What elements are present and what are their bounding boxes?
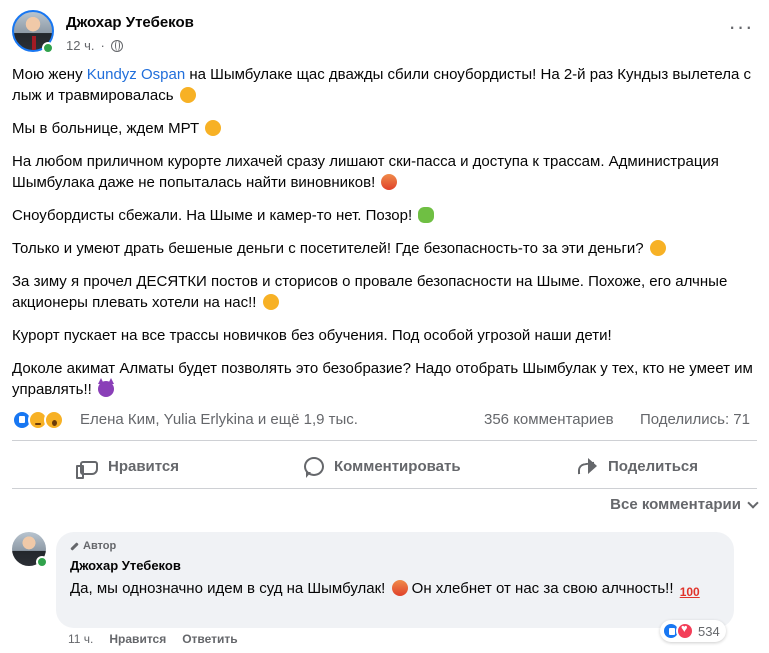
sad-face-icon <box>649 240 666 256</box>
post-time[interactable]: 12 ч. <box>66 38 94 53</box>
devil-face-icon <box>98 378 114 397</box>
comment-reactions[interactable]: 534 <box>660 620 726 642</box>
paragraph-text: Сноубордисты сбежали. На Шыме и камер-то… <box>12 207 413 224</box>
like-button[interactable]: Нравится <box>76 446 180 486</box>
comment-time[interactable]: 11 ч. <box>68 632 93 646</box>
post-paragraph: Мы в больнице, ждем МРТ <box>12 118 757 139</box>
reactors-summary[interactable]: Елена Ким, Yulia Erlykina и ещё 1,9 тыс. <box>80 411 358 428</box>
sad-face-icon <box>262 294 279 310</box>
share-button[interactable]: Поделиться <box>576 446 698 486</box>
paragraph-text: Мою жену <box>12 66 87 83</box>
sort-label: Все комментарии <box>610 496 741 513</box>
comment-sort-dropdown[interactable]: Все комментарии <box>610 496 759 513</box>
sad-face-icon <box>179 87 196 103</box>
paragraph-text: Мы в больнице, ждем МРТ <box>12 120 200 137</box>
post-paragraph: Доколе акимат Алматы будет позволять это… <box>12 358 757 400</box>
divider <box>12 440 757 441</box>
comment-label: Комментировать <box>334 457 461 475</box>
love-reaction-icon <box>676 622 694 640</box>
post-meta: 12 ч. · <box>66 38 123 53</box>
comment-reaction-count: 534 <box>698 623 720 639</box>
comment-bubble: Автор Джохар Утебеков Да, мы однозначно … <box>56 532 734 628</box>
mention-link[interactable]: Kundyz Ospan <box>87 66 185 83</box>
paragraph-text: Доколе акимат Алматы будет позволять это… <box>12 360 753 398</box>
comment-count[interactable]: 356 комментариев <box>484 411 614 428</box>
pencil-icon <box>70 541 79 551</box>
comment-like-button[interactable]: Нравится <box>109 632 166 646</box>
badge-label: Автор <box>83 540 117 552</box>
share-count[interactable]: Поделились: 71 <box>640 411 750 428</box>
post-body: Мою жену Kundyz Ospan на Шымбулаке щас д… <box>12 64 757 412</box>
comment-meta: 11 ч. Нравится Ответить <box>68 632 238 646</box>
post-paragraph: На любом приличном курорте лихачей сразу… <box>12 151 757 193</box>
thumbs-up-icon <box>76 461 98 479</box>
comment-reply-button[interactable]: Ответить <box>182 632 237 646</box>
author-badge: Автор <box>70 540 116 552</box>
author-name[interactable]: Джохар Утебеков <box>66 14 194 31</box>
comment-text: Да, мы однозначно идем в суд на Шымбулак… <box>70 578 710 599</box>
angry-face-icon <box>381 174 398 190</box>
comment-text-part: Да, мы однозначно идем в суд на Шымбулак… <box>70 580 386 597</box>
paragraph-text: Курорт пускает на все трассы новичков бе… <box>12 327 612 344</box>
online-status-dot <box>36 556 48 568</box>
post-paragraph: Курорт пускает на все трассы новичков бе… <box>12 325 757 346</box>
post-header: Джохар Утебеков 12 ч. · ··· <box>12 10 757 60</box>
post-stats: Елена Ким, Yulia Erlykina и ещё 1,9 тыс.… <box>12 408 765 432</box>
post-paragraph: Мою жену Kundyz Ospan на Шымбулаке щас д… <box>12 64 757 106</box>
sad-face-icon <box>205 120 222 136</box>
divider <box>12 488 757 489</box>
online-status-dot <box>42 42 54 54</box>
comment-text-part: Он хлебнет от нас за свою алчность!! <box>407 580 674 597</box>
like-label: Нравится <box>108 457 180 475</box>
post-paragraph: За зиму я прочел ДЕСЯТКИ постов и сторис… <box>12 271 757 313</box>
post-paragraph: Только и умеют драть бешеные деньги с по… <box>12 238 757 259</box>
nauseated-face-icon <box>418 207 435 223</box>
hundred-points-icon: 100 <box>679 585 700 599</box>
action-bar: Нравится Комментировать Поделиться <box>12 446 757 486</box>
comment-author-name[interactable]: Джохар Утебеков <box>70 558 181 573</box>
dot-separator: · <box>100 38 105 53</box>
angry-face-icon <box>391 580 408 596</box>
paragraph-text: Только и умеют драть бешеные деньги с по… <box>12 240 644 257</box>
share-arrow-icon <box>576 457 598 475</box>
comment-bubble-icon <box>304 456 324 478</box>
wow-reaction-icon <box>44 410 64 430</box>
paragraph-text: На любом приличном курорте лихачей сразу… <box>12 153 719 191</box>
paragraph-text: За зиму я прочел ДЕСЯТКИ постов и сторис… <box>12 273 728 311</box>
share-label: Поделиться <box>608 457 699 475</box>
globe-icon[interactable] <box>110 39 123 52</box>
post-paragraph: Сноубордисты сбежали. На Шыме и камер-то… <box>12 205 757 226</box>
comment-button[interactable]: Комментировать <box>304 446 461 486</box>
reaction-icons[interactable] <box>12 410 64 430</box>
chevron-down-icon <box>747 496 759 509</box>
avatar-tie <box>32 36 36 50</box>
more-options-button[interactable]: ··· <box>725 16 757 44</box>
